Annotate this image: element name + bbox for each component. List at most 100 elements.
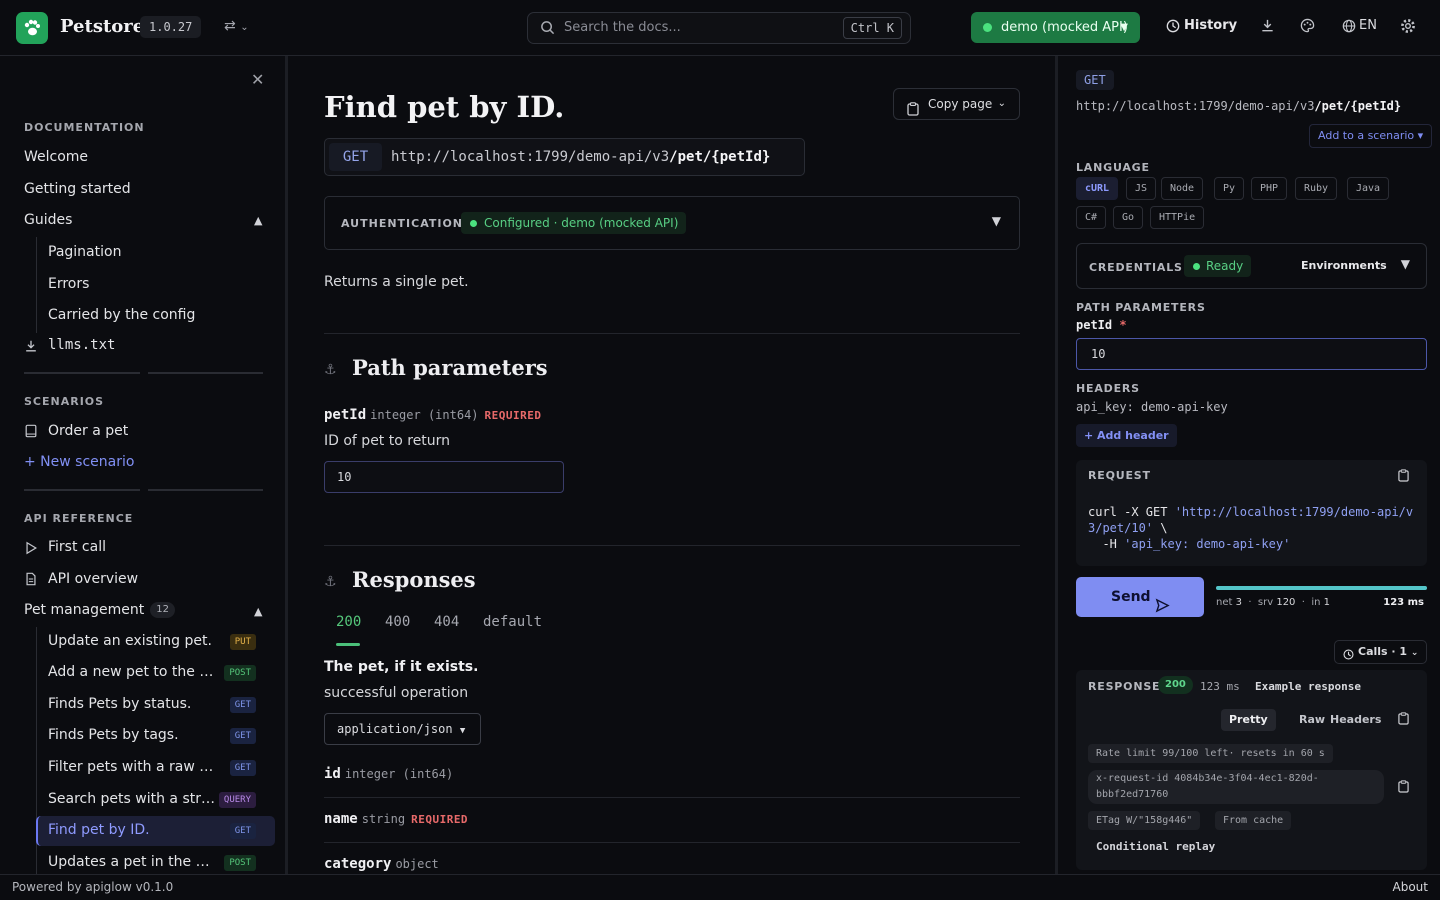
tab-headers[interactable]: Headers bbox=[1322, 709, 1389, 731]
download-icon bbox=[24, 339, 38, 357]
sidebar-item-guides[interactable]: Guides bbox=[24, 212, 72, 228]
sidebar-endpoint[interactable]: Updates a pet in the store. POST bbox=[36, 848, 275, 874]
sidebar-item-errors[interactable]: Errors bbox=[48, 276, 89, 292]
gear-icon[interactable] bbox=[1400, 18, 1416, 38]
tab-default[interactable]: default bbox=[483, 614, 542, 630]
sidebar-item-llms-txt[interactable]: llms.txt bbox=[48, 337, 115, 353]
search-placeholder: Search the docs... bbox=[564, 20, 681, 35]
sidebar-item-order-a-pet[interactable]: Order a pet bbox=[48, 423, 128, 439]
paw-icon[interactable] bbox=[16, 12, 48, 44]
sidebar-endpoint[interactable]: Update an existing pet. PUT bbox=[36, 627, 275, 657]
send-button[interactable]: Send bbox=[1076, 577, 1204, 617]
example-response-label[interactable]: Example response bbox=[1255, 680, 1361, 693]
lang-tab-csharp[interactable]: C# bbox=[1076, 206, 1107, 229]
credentials-panel[interactable]: CREDENTIALS Ready Environments ▼ bbox=[1076, 243, 1427, 289]
in-value: 1 bbox=[1323, 597, 1331, 608]
language-selector[interactable]: EN bbox=[1342, 18, 1377, 33]
lang-tab-node[interactable]: Node bbox=[1161, 177, 1204, 200]
sidebar-endpoint[interactable]: Finds Pets by tags. GET bbox=[36, 721, 275, 751]
anchor-icon[interactable]: ⚓ bbox=[324, 574, 337, 590]
sidebar-item-pagination[interactable]: Pagination bbox=[48, 244, 121, 260]
authentication-panel[interactable]: AUTHENTICATION Configured · demo (mocked… bbox=[324, 196, 1020, 250]
palette-icon[interactable] bbox=[1300, 18, 1315, 37]
sidebar-item-getting-started[interactable]: Getting started bbox=[24, 181, 131, 197]
request-label: REQUEST bbox=[1088, 469, 1151, 482]
main-content: Find pet by ID. Copy page ⌄ GET http://l… bbox=[291, 56, 1052, 874]
lang-tab-go[interactable]: Go bbox=[1113, 206, 1144, 229]
petId-input[interactable] bbox=[324, 461, 564, 493]
petId-input[interactable] bbox=[1076, 338, 1427, 370]
request-url[interactable]: http://localhost:1799/demo-api/v3/pet/{p… bbox=[1076, 99, 1401, 113]
sidebar-item-pet-management[interactable]: Pet management 12 bbox=[24, 602, 176, 618]
add-to-scenario-button[interactable]: Add to a scenario ▾ bbox=[1309, 124, 1433, 148]
required-badge: REQUIRED bbox=[484, 409, 542, 422]
sidebar: ✕ DOCUMENTATION Welcome Getting started … bbox=[0, 56, 288, 874]
swap-icon[interactable]: ⇄ ⌄ bbox=[224, 18, 249, 34]
sidebar-endpoint[interactable]: Finds Pets by status. GET bbox=[36, 690, 275, 720]
close-sidebar-icon[interactable]: ✕ bbox=[251, 70, 264, 89]
in-label: in bbox=[1311, 597, 1321, 608]
sidebar-endpoint-active[interactable]: Find pet by ID. GET bbox=[36, 816, 275, 846]
sidebar-endpoint[interactable]: Filter pets with a raw query. GET bbox=[36, 753, 275, 783]
param-description: ID of pet to return bbox=[324, 433, 451, 449]
request-panel: REQUEST curl -X GET 'http://localhost:17… bbox=[1076, 460, 1427, 566]
lang-tab-php[interactable]: PHP bbox=[1251, 177, 1288, 200]
sidebar-item-carried-by-config[interactable]: Carried by the config bbox=[48, 307, 195, 323]
param-petId: petId integer (int64) REQUIRED bbox=[324, 407, 542, 423]
environments-button[interactable]: Environments bbox=[1301, 259, 1387, 272]
sidebar-item-welcome[interactable]: Welcome bbox=[24, 149, 88, 165]
add-header-button[interactable]: + Add header bbox=[1076, 424, 1177, 447]
auth-status: Configured · demo (mocked API) bbox=[484, 216, 679, 230]
sidebar-item-first-call[interactable]: First call bbox=[48, 539, 106, 555]
about-link[interactable]: About bbox=[1393, 880, 1428, 894]
chevron-up-icon[interactable]: ▲ bbox=[254, 605, 262, 618]
copy-page-button[interactable]: Copy page ⌄ bbox=[893, 88, 1020, 120]
new-scenario-button[interactable]: + New scenario bbox=[24, 454, 134, 470]
sidebar-endpoint[interactable]: Search pets with a structured query. QUE… bbox=[36, 785, 275, 815]
lang-tab-js[interactable]: JS bbox=[1126, 177, 1157, 200]
srv-value: 120 bbox=[1276, 597, 1296, 608]
history-button[interactable]: History bbox=[1166, 18, 1237, 33]
search-input[interactable]: Search the docs... Ctrl K bbox=[527, 12, 911, 44]
lang-tab-curl[interactable]: cURL bbox=[1076, 177, 1119, 200]
lang-tab-py[interactable]: Py bbox=[1214, 177, 1245, 200]
field-name: category bbox=[324, 856, 392, 872]
chevron-down-icon: ⌄ bbox=[997, 98, 1006, 109]
play-icon bbox=[24, 541, 38, 559]
tab-404[interactable]: 404 bbox=[434, 614, 459, 630]
section-title-language: LANGUAGE bbox=[1076, 161, 1150, 174]
sidebar-endpoint[interactable]: Add a new pet to the store. POST bbox=[36, 658, 275, 688]
sidebar-item-api-overview[interactable]: API overview bbox=[48, 571, 138, 587]
anchor-icon[interactable]: ⚓ bbox=[324, 362, 337, 378]
request-code[interactable]: curl -X GET 'http://localhost:1799/demo-… bbox=[1088, 504, 1418, 552]
method-badge: GET bbox=[229, 697, 256, 713]
version-badge[interactable]: 1.0.27 bbox=[140, 16, 202, 38]
chevron-down-icon: ▼ bbox=[1120, 22, 1128, 33]
download-icon[interactable] bbox=[1260, 18, 1275, 37]
content-type-select[interactable]: application/json ▼ bbox=[324, 713, 481, 745]
calls-button[interactable]: Calls · 1 ⌄ bbox=[1334, 640, 1428, 664]
status-badge: 200 bbox=[1158, 676, 1193, 694]
auth-status-badge: Configured · demo (mocked API) bbox=[461, 212, 687, 234]
chevron-up-icon[interactable]: ▲ bbox=[254, 214, 262, 227]
response-title: The pet, if it exists. bbox=[324, 659, 479, 675]
clipboard-icon[interactable] bbox=[1398, 780, 1409, 797]
endpoint-url[interactable]: http://localhost:1799/demo-api/v3/pet/{p… bbox=[391, 149, 770, 165]
tab-200[interactable]: 200 bbox=[336, 614, 361, 630]
lang-tab-java[interactable]: Java bbox=[1347, 177, 1390, 200]
conditional-replay-button[interactable]: Conditional replay bbox=[1096, 840, 1215, 853]
clock-icon bbox=[1166, 19, 1180, 37]
chevron-down-icon[interactable]: ▼ bbox=[992, 214, 1001, 228]
environment-selector[interactable]: demo (mocked API) ▼ bbox=[971, 12, 1140, 43]
clipboard-icon[interactable] bbox=[1398, 712, 1409, 729]
net-label: net bbox=[1216, 597, 1233, 608]
tab-400[interactable]: 400 bbox=[385, 614, 410, 630]
brand-name[interactable]: Petstore bbox=[60, 16, 144, 37]
clipboard-icon[interactable] bbox=[1398, 469, 1409, 486]
lang-tab-ruby[interactable]: Ruby bbox=[1295, 177, 1338, 200]
lang-tab-httpie[interactable]: HTTPie bbox=[1150, 206, 1205, 229]
chevron-down-icon[interactable]: ▼ bbox=[1401, 257, 1410, 271]
required-mark: * bbox=[1119, 318, 1127, 332]
auth-label: AUTHENTICATION bbox=[341, 217, 464, 230]
tab-pretty[interactable]: Pretty bbox=[1221, 709, 1276, 731]
